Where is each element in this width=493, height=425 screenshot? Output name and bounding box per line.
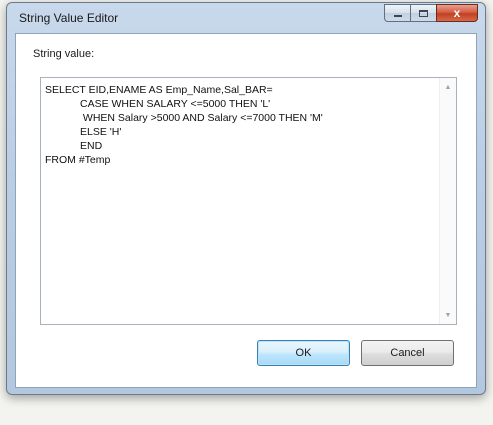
window-controls: x [384,4,478,22]
code-line: FROM #Temp [45,154,111,166]
minimize-button[interactable] [384,4,410,22]
code-line: ELSE 'H' [45,126,122,138]
close-button[interactable]: x [436,4,478,22]
code-line: END [45,140,103,152]
close-icon: x [453,6,461,20]
code-line: CASE WHEN SALARY <=5000 THEN 'L' [45,98,271,110]
maximize-button[interactable] [410,4,436,22]
window-title: String Value Editor [19,11,119,25]
code-line: SELECT EID,ENAME AS Emp_Name,Sal_BAR= [45,84,273,96]
maximize-icon [419,9,428,17]
ok-button[interactable]: OK [257,340,350,366]
scroll-up-arrow-icon[interactable]: ▲ [440,80,456,94]
string-value-text[interactable]: SELECT EID,ENAME AS Emp_Name,Sal_BAR= CA… [45,83,436,167]
string-value-textarea[interactable]: SELECT EID,ENAME AS Emp_Name,Sal_BAR= CA… [40,77,457,325]
string-value-label: String value: [33,48,95,60]
minimize-icon [393,15,402,17]
cancel-button[interactable]: Cancel [361,340,454,366]
vertical-scrollbar[interactable]: ▲ ▼ [439,78,456,324]
scroll-down-arrow-icon[interactable]: ▼ [440,308,456,322]
code-line: WHEN Salary >5000 AND Salary <=7000 THEN… [45,112,323,124]
title-bar[interactable]: String Value Editor x [7,3,485,33]
